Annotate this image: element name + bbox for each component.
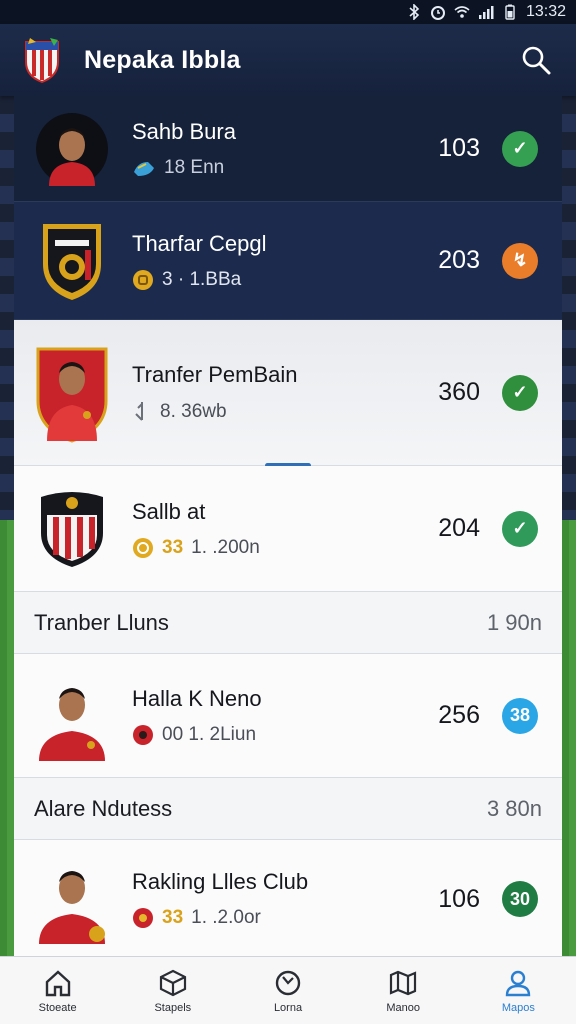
section-header: Alare Ndutess 3 80n: [14, 778, 562, 840]
person-icon: [506, 970, 531, 996]
nav-label: Stapels: [154, 1001, 192, 1014]
search-button[interactable]: [518, 42, 554, 78]
list-item[interactable]: Halla K Neno 00 1. 2Liun 256 38: [14, 654, 562, 778]
pitch-background-right: [562, 520, 576, 956]
app-bar: Nepaka Ibbla: [0, 24, 576, 96]
status-bar: 13:32: [0, 0, 576, 24]
cube-icon: [159, 969, 186, 996]
nav-label: Lorna: [273, 1001, 303, 1014]
row-name: Tranfer PemBain: [132, 361, 298, 387]
player-avatar: [32, 854, 112, 944]
app-logo-icon: [25, 38, 59, 84]
coin-icon: [133, 269, 153, 290]
section-label: Tranber Lluns: [34, 609, 169, 635]
row-meta: 3 · 1.BBa: [162, 268, 242, 290]
section-header: Tranber Lluns 1 90n: [14, 592, 562, 654]
section-value: 1 90n: [486, 609, 542, 635]
row-meta: 18 Enn: [164, 156, 225, 178]
row-number: 106: [438, 884, 480, 913]
row-number: 103: [438, 134, 480, 162]
ball-icon: [133, 908, 153, 928]
nav-item-manoo[interactable]: Manoo: [346, 957, 461, 1024]
alarm-icon: [430, 6, 445, 20]
row-number: 256: [438, 701, 480, 729]
row-meta: 1. .200n: [191, 536, 260, 558]
status-badge: ✓: [502, 130, 538, 167]
row-meta-highlight: 33: [162, 907, 184, 928]
status-badge: 30: [502, 881, 538, 917]
status-badge: ↯: [502, 242, 538, 279]
coin-icon: [133, 537, 153, 558]
section-label: Alare Ndutess: [34, 795, 173, 821]
nav-item-stapels[interactable]: Stapels: [115, 957, 230, 1024]
row-number: 203: [438, 246, 480, 274]
list-item[interactable]: Sallb at 33 1. .200n 204 ✓: [14, 466, 562, 592]
row-number: 360: [438, 378, 480, 406]
battery-icon: [505, 4, 515, 20]
search-icon: [522, 46, 551, 75]
club-crest: [32, 484, 112, 574]
row-meta-highlight: 33: [162, 536, 184, 558]
nav-label: Mapos: [501, 1001, 535, 1014]
nav-label: Manoo: [386, 1001, 421, 1014]
transfer-arrow-icon: [135, 401, 143, 421]
list-item[interactable]: Tranfer PemBain 8. 36wb 360 ✓: [14, 320, 562, 468]
ball-icon: [133, 724, 153, 745]
nav-label: Stoeate: [38, 1001, 77, 1014]
row-name: Sallb at: [132, 498, 206, 524]
app-title: Nepaka Ibbla: [84, 45, 241, 74]
club-crest: [32, 216, 112, 306]
boot-icon: [134, 161, 154, 176]
row-meta: 00 1. 2Liun: [162, 723, 257, 745]
list-item[interactable]: Rakling Llles Club 33 1. .2.0or 106 30: [14, 840, 562, 958]
row-meta: 8. 36wb: [160, 400, 227, 422]
signal-icon: [478, 6, 494, 19]
row-number: 204: [438, 514, 480, 542]
pitch-background-left: [0, 520, 14, 956]
row-meta: 1. .2.0or: [191, 907, 261, 928]
player-avatar: [32, 671, 112, 761]
section-value: 3 80n: [486, 795, 542, 821]
row-name: Halla K Neno: [132, 685, 262, 711]
nav-item-home[interactable]: Stoeate: [0, 957, 115, 1024]
row-name: Tharfar Cepgl: [132, 230, 267, 256]
home-icon: [45, 969, 70, 996]
list-item[interactable]: Tharfar Cepgl 3 · 1.BBa 203 ↯: [14, 202, 562, 320]
wifi-icon: [454, 6, 470, 18]
map-icon: [390, 970, 417, 995]
bottom-navigation: Stoeate Stapels Lorna Manoo Mapos: [0, 956, 576, 1024]
bluetooth-icon: [409, 4, 420, 20]
transfer-list: Sahb Bura 18 Enn 103 ✓ Tharfar Cepgl 3 ·…: [14, 96, 562, 958]
status-badge: ✓: [502, 510, 538, 547]
list-item[interactable]: Sahb Bura 18 Enn 103 ✓: [14, 96, 562, 202]
status-time: 13:32: [525, 3, 566, 20]
nav-item-mapos[interactable]: Mapos: [461, 957, 576, 1024]
row-name: Sahb Bura: [132, 118, 236, 144]
status-badge: 38: [502, 697, 538, 734]
player-avatar: [32, 109, 112, 189]
nav-item-lorna[interactable]: Lorna: [230, 957, 345, 1024]
row-name: Rakling Llles Club: [132, 869, 309, 894]
refresh-icon: [275, 970, 301, 995]
player-crest-avatar: [32, 343, 112, 443]
status-badge: ✓: [502, 374, 538, 411]
